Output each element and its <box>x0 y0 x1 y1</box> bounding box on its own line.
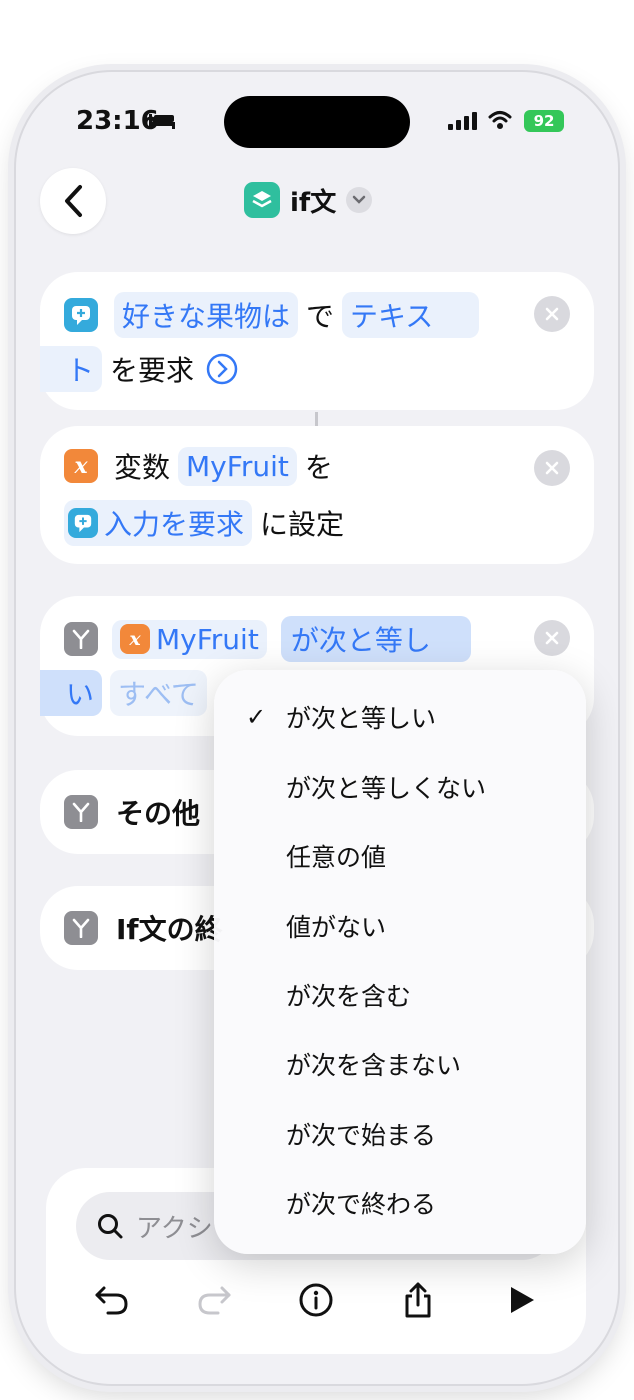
ask-input-icon <box>68 508 98 538</box>
input-type-token-wrap[interactable]: ト <box>40 346 103 392</box>
particle-wo: を <box>304 451 333 484</box>
condition-option[interactable]: ✓ が次と等しい <box>214 682 586 751</box>
condition-token[interactable]: が次と等し <box>280 616 471 662</box>
ask-suffix: を要求 <box>110 354 195 387</box>
search-icon <box>98 1214 123 1239</box>
cellular-signal-icon <box>448 112 477 130</box>
action-card-set-variable[interactable]: x 変数 MyFruit を 入力を要求 に設定 <box>40 426 594 564</box>
condition-token-wrap[interactable]: い <box>40 670 103 716</box>
flow-connector <box>315 412 318 426</box>
redo-icon <box>198 1286 231 1315</box>
end-if-label: If文の終 <box>116 913 223 946</box>
close-icon <box>545 631 559 645</box>
close-icon <box>545 307 559 321</box>
undo-button[interactable] <box>90 1278 134 1322</box>
otherwise-label: その他 <box>116 797 201 830</box>
condition-option[interactable]: が次で終わる <box>214 1168 586 1237</box>
ask-input-icon <box>64 298 98 332</box>
info-button[interactable] <box>294 1278 338 1322</box>
redo-button[interactable] <box>192 1278 236 1322</box>
shortcuts-app-icon <box>244 182 280 218</box>
remove-action-button[interactable] <box>534 296 570 332</box>
condition-option[interactable]: 値がない <box>214 891 586 960</box>
condition-menu: ✓ が次と等しい が次と等しくない 任意の値 値がない が次を含む が次を含まな… <box>214 670 586 1254</box>
share-button[interactable] <box>396 1278 440 1322</box>
run-button[interactable] <box>500 1278 544 1322</box>
wifi-icon <box>488 111 512 129</box>
chevron-left-icon <box>65 185 82 217</box>
battery-indicator: 92 <box>524 110 564 132</box>
expand-options-icon[interactable] <box>206 353 238 385</box>
all-token[interactable]: すべて <box>110 670 207 716</box>
chevron-down-icon[interactable] <box>346 187 373 213</box>
info-icon <box>299 1283 333 1317</box>
play-icon <box>511 1287 534 1313</box>
condition-option[interactable]: が次を含む <box>214 960 586 1029</box>
variable-icon: x <box>64 449 98 483</box>
close-icon <box>545 461 559 475</box>
input-type-token[interactable]: テキス <box>342 292 480 338</box>
sleep-focus-icon <box>149 114 175 129</box>
branch-icon <box>64 911 98 945</box>
if-variable-name: MyFruit <box>156 622 259 656</box>
action-card-ask-input[interactable]: 好きな果物は で テキス ト を要求 <box>40 272 594 410</box>
back-button[interactable] <box>40 168 106 234</box>
remove-action-button[interactable] <box>534 450 570 486</box>
variable-icon: x <box>120 624 150 654</box>
variable-name-token[interactable]: MyFruit <box>178 446 297 486</box>
search-placeholder: アクシ <box>136 1213 213 1244</box>
set-suffix: に設定 <box>260 508 345 541</box>
condition-option[interactable]: が次と等しくない <box>214 752 586 821</box>
shortcut-title: if文 <box>290 187 337 218</box>
condition-option[interactable]: が次を含まない <box>214 1029 586 1098</box>
status-time: 23:16 <box>76 106 159 136</box>
variable-label: 変数 <box>114 451 171 484</box>
remove-action-button[interactable] <box>534 620 570 656</box>
dynamic-island <box>224 96 410 148</box>
particle-de: で <box>306 300 335 333</box>
shortcut-title-menu[interactable]: if文 <box>244 178 373 222</box>
branch-icon <box>64 795 98 829</box>
phone-frame: 23:16 92 if文 好きな果物は で テキス ト を要求 x 変数 MyF… <box>16 72 618 1384</box>
branch-icon <box>64 622 98 656</box>
if-variable-token[interactable]: x MyFruit <box>112 619 267 659</box>
share-icon <box>405 1282 431 1318</box>
input-variable-token[interactable]: 入力を要求 <box>64 500 253 546</box>
condition-option[interactable]: 任意の値 <box>214 821 586 890</box>
input-variable-label: 入力を要求 <box>104 508 245 541</box>
prompt-token[interactable]: 好きな果物は <box>114 292 299 338</box>
condition-option[interactable]: が次で始まる <box>214 1099 586 1168</box>
checkmark-icon: ✓ <box>246 702 267 731</box>
undo-icon <box>95 1286 128 1315</box>
